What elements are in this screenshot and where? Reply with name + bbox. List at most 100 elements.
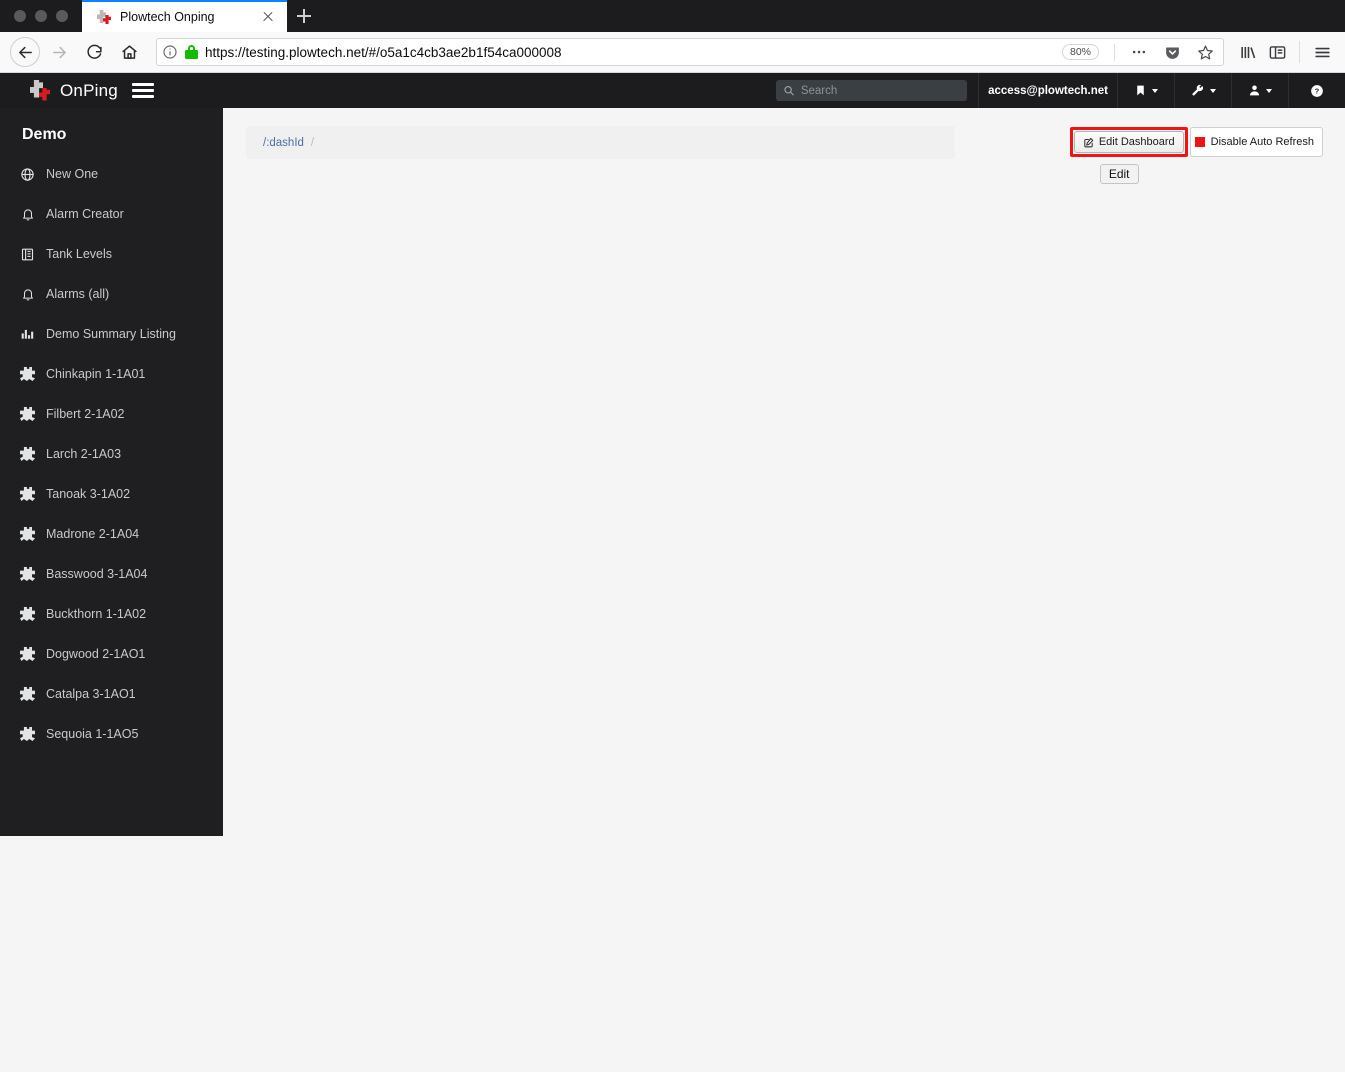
reload-icon[interactable]: [78, 36, 110, 68]
puzzle-icon: [19, 526, 36, 543]
sidebar-item-label: Basswood 3-1A04: [46, 567, 148, 581]
bookmark-menu-button[interactable]: [1117, 73, 1174, 108]
user-icon: [1249, 85, 1260, 96]
site-info-icon[interactable]: [162, 44, 178, 60]
puzzle-icon: [19, 406, 36, 423]
sidebar-item-sequoia-1-1ao5[interactable]: Sequoia 1-1AO5: [0, 714, 223, 754]
globe-icon: [19, 166, 36, 183]
sidebar-item-catalpa-3-1ao1[interactable]: Catalpa 3-1AO1: [0, 674, 223, 714]
tools-menu-button[interactable]: [1174, 73, 1231, 108]
hamburger-icon[interactable]: [131, 80, 154, 102]
puzzle-icon: [19, 566, 36, 583]
book-icon: [19, 246, 36, 263]
divider: [1299, 41, 1300, 63]
app-header: OnPing access@plowtech.net ?: [0, 73, 1345, 108]
sidebar-item-label: Alarm Creator: [46, 207, 124, 221]
puzzle-icon: [19, 646, 36, 663]
breadcrumb: /:dashId /: [246, 126, 955, 159]
brand-name: OnPing: [60, 80, 118, 100]
divider: [1114, 43, 1115, 61]
sidebar-item-label: New One: [46, 167, 99, 181]
bar-chart-icon: [19, 326, 36, 343]
sidebar-item-new-one[interactable]: New One: [0, 154, 223, 194]
new-tab-button[interactable]: [287, 0, 321, 32]
favicon-puzzle-icon: [96, 9, 112, 25]
sidebar-item-larch-2-1a03[interactable]: Larch 2-1A03: [0, 434, 223, 474]
puzzle-icon: [19, 686, 36, 703]
onping-logo-puzzle-icon: [30, 79, 52, 102]
breadcrumb-item-dashid[interactable]: /:dashId: [263, 137, 304, 149]
puzzle-icon: [19, 726, 36, 743]
tab-title: Plowtech Onping: [120, 10, 215, 24]
menu-icon[interactable]: [1309, 39, 1335, 65]
sidebar-item-demo-summary-listing[interactable]: Demo Summary Listing: [0, 314, 223, 354]
browser-tab-active[interactable]: Plowtech Onping: [82, 0, 287, 32]
sidebar-item-tank-levels[interactable]: Tank Levels: [0, 234, 223, 274]
sidebar-item-alarm-creator[interactable]: Alarm Creator: [0, 194, 223, 234]
search-box[interactable]: [776, 80, 968, 101]
search-icon: [784, 86, 794, 96]
puzzle-icon: [19, 366, 36, 383]
sidebar-item-buckthorn-1-1a02[interactable]: Buckthorn 1-1A02: [0, 594, 223, 634]
bookmark-icon: [1137, 85, 1144, 96]
sidebar-item-madrone-2-1a04[interactable]: Madrone 2-1A04: [0, 514, 223, 554]
pocket-icon[interactable]: [1159, 39, 1185, 65]
sidebar-item-alarms-all[interactable]: Alarms (all): [0, 274, 223, 314]
chevron-down-icon: [1209, 88, 1216, 93]
sidebar: Demo New One Alarm Creator Tank Levels A…: [0, 108, 223, 836]
library-icon[interactable]: [1235, 39, 1261, 65]
window-minimize-button[interactable]: [35, 10, 47, 22]
svg-text:?: ?: [1315, 86, 1320, 95]
zoom-level-badge[interactable]: 80%: [1061, 44, 1099, 60]
browser-nav-bar: https://testing.plowtech.net/#/o5a1c4cb3…: [0, 32, 1345, 73]
sidebar-item-dogwood-2-1ao1[interactable]: Dogwood 2-1AO1: [0, 634, 223, 674]
chevron-down-icon: [1152, 88, 1158, 93]
forward-arrow-icon[interactable]: [43, 36, 75, 68]
chevron-down-icon: [1266, 88, 1272, 93]
puzzle-icon: [19, 606, 36, 623]
window-close-button[interactable]: [14, 10, 26, 22]
sidebar-item-chinkapin-1-1a01[interactable]: Chinkapin 1-1A01: [0, 354, 223, 394]
sidebar-item-label: Alarms (all): [46, 287, 110, 301]
address-bar[interactable]: https://testing.plowtech.net/#/o5a1c4cb3…: [156, 38, 1224, 66]
sidebar-item-label: Chinkapin 1-1A01: [46, 367, 146, 381]
sidebar-item-label: Demo Summary Listing: [46, 327, 176, 341]
bell-icon: [19, 286, 36, 303]
sidebar-item-label: Madrone 2-1A04: [46, 527, 140, 541]
sidebar-item-label: Filbert 2-1A02: [46, 407, 125, 421]
action-button-row: Edit Dashboard Disable Auto Refresh: [1069, 127, 1323, 157]
help-menu-button[interactable]: ?: [1288, 73, 1345, 108]
sidebar-item-label: Dogwood 2-1AO1: [46, 647, 146, 661]
sidebar-item-label: Buckthorn 1-1A02: [46, 607, 147, 621]
user-menu-button[interactable]: [1231, 73, 1288, 108]
window-maximize-button[interactable]: [56, 10, 68, 22]
bell-icon: [19, 206, 36, 223]
auto-refresh-status-badge: [1194, 137, 1205, 147]
edit-dashboard-button[interactable]: Edit Dashboard: [1073, 131, 1184, 153]
page-actions-ellipsis-icon[interactable]: [1126, 39, 1152, 65]
main-content: /:dashId / Edit Dashboard Disable Auto R…: [223, 108, 1345, 1072]
edit-tooltip: Edit: [1099, 164, 1139, 184]
back-arrow-icon[interactable]: [10, 37, 40, 67]
application-root: OnPing access@plowtech.net ?: [0, 73, 1345, 1072]
disable-auto-refresh-button[interactable]: Disable Auto Refresh: [1189, 127, 1323, 157]
account-email: access@plowtech.net: [978, 73, 1117, 108]
help-circle-icon: ?: [1311, 84, 1323, 97]
header-right-group: access@plowtech.net ?: [776, 73, 1345, 108]
brand[interactable]: OnPing: [0, 79, 118, 102]
browser-tab-bar: Plowtech Onping: [0, 0, 1345, 32]
sidebar-item-label: Catalpa 3-1AO1: [46, 687, 136, 701]
edit-dashboard-label: Edit Dashboard: [1098, 136, 1175, 148]
home-icon[interactable]: [113, 36, 145, 68]
sidebar-item-filbert-2-1a02[interactable]: Filbert 2-1A02: [0, 394, 223, 434]
close-icon[interactable]: [259, 8, 277, 26]
breadcrumb-separator: /: [310, 136, 315, 149]
sidebar-icon[interactable]: [1264, 39, 1290, 65]
bookmark-star-icon[interactable]: [1192, 39, 1218, 65]
puzzle-icon: [19, 446, 36, 463]
url-text: https://testing.plowtech.net/#/o5a1c4cb3…: [205, 44, 562, 60]
sidebar-item-basswood-3-1a04[interactable]: Basswood 3-1A04: [0, 554, 223, 594]
sidebar-item-tanoak-3-1a02[interactable]: Tanoak 3-1A02: [0, 474, 223, 514]
search-input[interactable]: [800, 84, 961, 97]
edit-dashboard-highlight: Edit Dashboard: [1069, 127, 1188, 157]
